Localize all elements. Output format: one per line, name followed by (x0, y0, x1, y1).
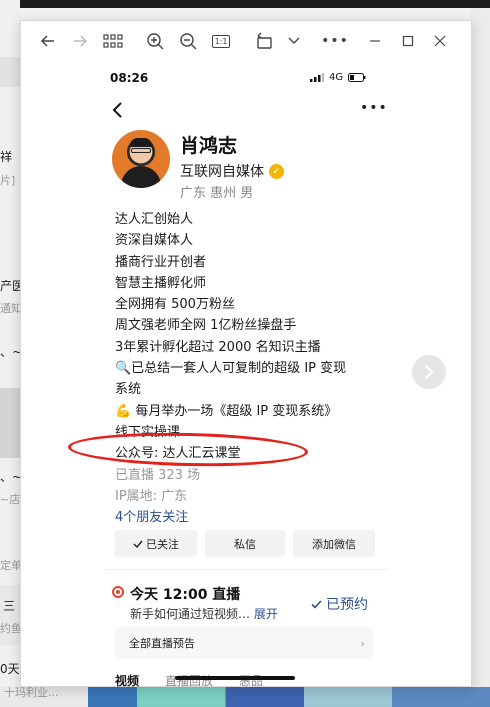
live-description: 新手如何通过短视频… 展开 (130, 607, 278, 621)
avatar[interactable] (112, 130, 170, 188)
background-text: 约鱼 (0, 622, 22, 635)
profile-title: 互联网自媒体 (180, 164, 264, 180)
maximize-icon[interactable] (399, 29, 417, 53)
background-text: 祥 (0, 150, 13, 164)
background-taskbar (0, 687, 490, 707)
expand-link[interactable]: 展开 (254, 607, 278, 621)
tab-replays[interactable]: 直播回放 (165, 672, 213, 689)
actual-size-label: 1:1 (211, 34, 231, 48)
all-live-previews-link[interactable]: 全部直播预告 › (115, 627, 373, 659)
bio-line: 播商行业开创者 (115, 254, 207, 270)
profile-bio: 达人汇创始人 资深自媒体人 播商行业开创者 智慧主播孵化师 全网拥有 500万粉… (115, 209, 385, 528)
bio-line: 全网拥有 500万粉丝 (115, 297, 235, 313)
background-text: 、~ (0, 470, 23, 484)
profile-more-icon[interactable]: ••• (360, 100, 388, 116)
profile-location: 广东 惠州 男 (180, 186, 254, 201)
bio-line: 智慧主播孵化师 (115, 275, 207, 291)
rotate-icon[interactable] (253, 29, 275, 53)
chevron-down-icon[interactable] (285, 29, 303, 53)
reserved-button[interactable]: 已预约 (311, 594, 368, 614)
check-icon (133, 540, 143, 548)
background-text: 定单 (0, 559, 22, 572)
bio-line: 系统 (115, 382, 142, 398)
background-right-area (470, 8, 490, 688)
profile-action-buttons: 已关注 私信 添加微信 (115, 530, 375, 557)
tab-videos[interactable]: 视频 (115, 672, 139, 689)
zoom-out-icon[interactable] (177, 29, 199, 53)
message-button[interactable]: 私信 (205, 530, 285, 557)
bio-line: 💪 每月举办一场《超级 IP 变现系统》 (115, 403, 338, 419)
background-text: 通知 (0, 302, 22, 315)
home-indicator (175, 676, 295, 680)
tab-deals[interactable]: 惠品 (239, 672, 263, 689)
background-panel (0, 388, 20, 458)
viewer-toolbar: 1:1 ••• (21, 21, 471, 61)
background-strip (0, 57, 20, 87)
status-time: 08:26 (110, 71, 149, 85)
bio-line: 3年累计孵化超过 2000 名知识主播 (115, 339, 321, 355)
bio-line: 达人汇创始人 (115, 212, 194, 227)
network-label: 4G (329, 72, 344, 83)
status-indicators: 4G (310, 72, 366, 83)
chevron-right-icon: › (360, 637, 365, 650)
add-wechat-button[interactable]: 添加微信 (293, 530, 375, 557)
bio-line: 🔍已总结一套人人可复制的超级 IP 变现 (115, 361, 347, 377)
actual-size-button[interactable]: 1:1 (210, 29, 232, 53)
background-text: 三 (3, 599, 16, 613)
divider (105, 569, 388, 570)
verified-badge-icon: ✓ (269, 163, 284, 179)
background-panel (0, 585, 20, 645)
close-icon[interactable] (431, 29, 449, 53)
bio-line: 资深自媒体人 (115, 233, 194, 249)
friends-following-link[interactable]: 4个朋友关注 (115, 507, 385, 528)
desktop-top-bar (0, 0, 490, 8)
live-count: 已直播 323 场 (115, 467, 201, 483)
background-text: 片] (0, 174, 16, 187)
battery-icon (348, 73, 366, 82)
check-icon (311, 599, 322, 609)
grid-icon[interactable] (101, 29, 125, 53)
zoom-in-icon[interactable] (144, 29, 166, 53)
ip-location: IP属地: 广东 (115, 488, 188, 504)
profile-title-line: 互联网自媒体 ✓ (180, 161, 284, 181)
minimize-icon[interactable] (366, 29, 384, 53)
bio-line: 周文强老师全网 1亿粉丝操盘手 (115, 318, 297, 334)
arrow-right-icon[interactable] (69, 29, 91, 53)
chevron-right-icon (425, 365, 434, 379)
next-image-button[interactable] (412, 355, 446, 389)
background-text: ~店 (0, 493, 21, 506)
live-title: 今天 12:00 直播 (130, 587, 241, 603)
arrow-left-icon[interactable] (37, 29, 59, 53)
live-indicator-icon (112, 586, 124, 598)
profile-tabs: 视频 直播回放 惠品 (115, 672, 263, 689)
back-icon[interactable] (111, 101, 125, 119)
more-icon[interactable]: ••• (321, 29, 348, 53)
background-text: 0天 (0, 662, 20, 676)
signal-icon (310, 73, 324, 82)
profile-name: 肖鸿志 (180, 135, 238, 157)
followed-button[interactable]: 已关注 (115, 530, 197, 557)
